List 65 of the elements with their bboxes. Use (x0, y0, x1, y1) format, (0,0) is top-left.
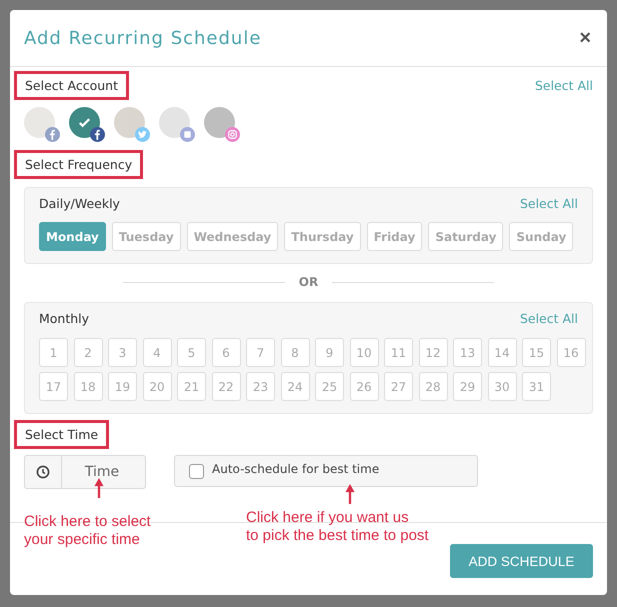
arrow-annotation (94, 478, 104, 498)
weekday-button[interactable]: Sunday (509, 222, 574, 251)
instagram-badge-icon (225, 127, 240, 142)
day-button[interactable]: 17 (39, 372, 68, 401)
day-button[interactable]: 21 (177, 372, 206, 401)
day-button[interactable]: 2 (74, 338, 102, 367)
auto-schedule-option[interactable]: Auto-schedule for best time (174, 455, 478, 487)
panel-title: Daily/Weekly (39, 196, 120, 211)
day-button[interactable]: 19 (108, 372, 137, 401)
twitter-badge-icon (135, 127, 150, 142)
annotation-text: Click here if you want us to pick the best time to post (246, 509, 429, 545)
select-all-link[interactable]: Select All (520, 311, 578, 326)
day-button[interactable]: 27 (384, 372, 413, 401)
close-button[interactable]: × (577, 26, 593, 50)
day-button[interactable]: 14 (488, 338, 516, 367)
day-button[interactable]: 9 (315, 338, 344, 367)
day-button[interactable]: 11 (384, 338, 413, 367)
weekday-button[interactable]: Monday (39, 222, 106, 251)
day-button[interactable]: 7 (246, 338, 275, 367)
facebook-badge-icon (90, 127, 105, 142)
day-button[interactable]: 28 (418, 372, 448, 401)
clock-icon (36, 465, 50, 479)
day-button[interactable]: 24 (280, 372, 310, 401)
annotation-text: Click here to select your specific time (24, 513, 151, 549)
day-button[interactable]: 6 (212, 338, 240, 367)
time-field[interactable]: Time (24, 455, 146, 489)
day-button[interactable]: 3 (108, 338, 137, 367)
day-button[interactable]: 18 (74, 372, 102, 401)
select-all-link[interactable]: Select All (520, 196, 578, 211)
arrow-annotation (345, 484, 355, 504)
section-label: Select Account (14, 71, 130, 100)
weekday-button[interactable]: Tuesday (112, 222, 181, 251)
weekday-button[interactable]: Wednesday (186, 222, 278, 251)
day-button[interactable]: 31 (522, 372, 551, 401)
checkbox[interactable] (189, 464, 204, 479)
day-button[interactable]: 5 (177, 338, 206, 367)
page-badge-icon (180, 127, 195, 142)
day-button[interactable]: 16 (556, 338, 586, 367)
select-all-link[interactable]: Select All (534, 78, 593, 93)
time-input[interactable]: Time (62, 456, 142, 488)
section-label: Select Frequency (14, 150, 144, 179)
add-schedule-button[interactable]: ADD SCHEDULE (450, 544, 593, 578)
facebook-badge-icon (45, 127, 60, 142)
day-button[interactable]: 8 (280, 338, 310, 367)
account-avatar[interactable] (69, 107, 105, 142)
day-button[interactable]: 13 (453, 338, 482, 367)
day-button[interactable]: 25 (315, 372, 344, 401)
section-label: Select Time (14, 420, 110, 449)
day-button[interactable]: 20 (142, 372, 172, 401)
day-button[interactable]: 26 (350, 372, 378, 401)
day-button[interactable]: 10 (350, 338, 378, 367)
day-button[interactable]: 22 (212, 372, 240, 401)
day-button[interactable]: 4 (142, 338, 172, 367)
day-button[interactable]: 15 (522, 338, 551, 367)
modal-title: Add Recurring Schedule (24, 28, 262, 48)
weekday-button[interactable]: Thursday (284, 222, 361, 251)
day-button[interactable]: 30 (488, 372, 516, 401)
day-button[interactable]: 23 (246, 372, 275, 401)
day-button[interactable]: 1 (39, 338, 68, 367)
day-button[interactable]: 12 (418, 338, 448, 367)
or-separator: OR (298, 275, 318, 289)
weekday-button[interactable]: Friday (366, 222, 422, 251)
weekday-button[interactable]: Saturday (428, 222, 504, 251)
day-button[interactable]: 29 (453, 372, 482, 401)
panel-title: Monthly (39, 311, 90, 326)
